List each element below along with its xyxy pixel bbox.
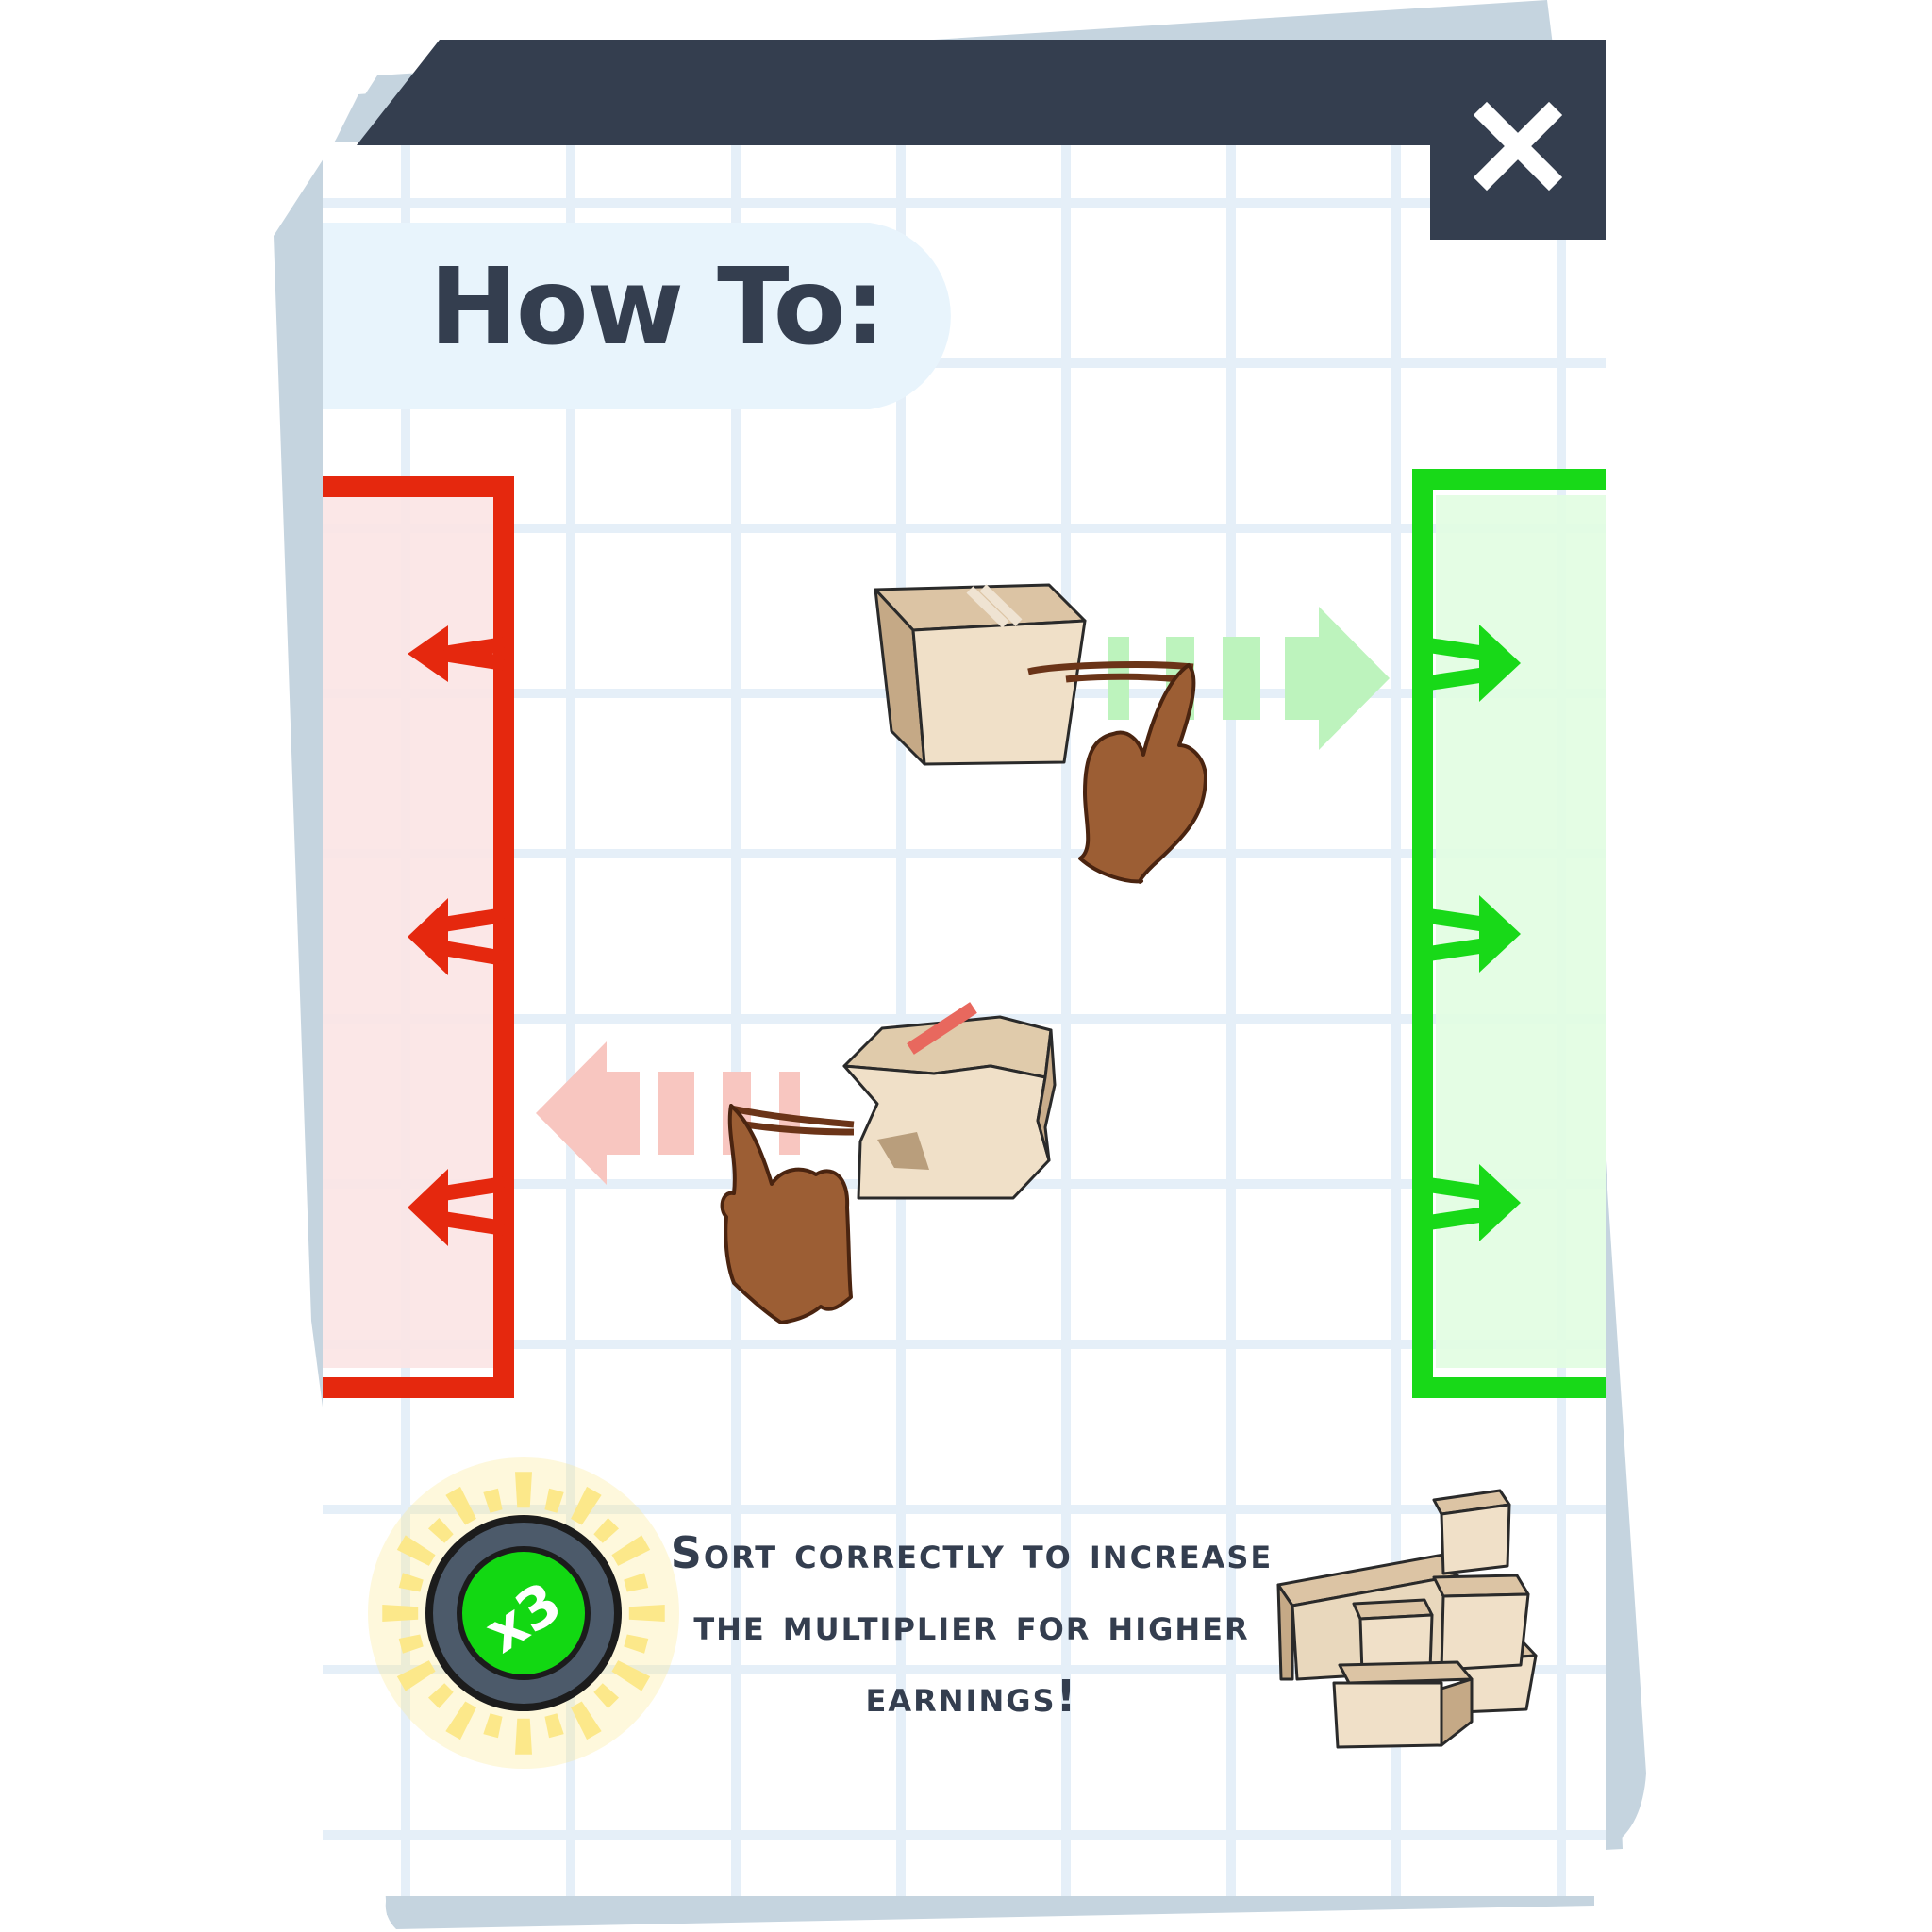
close-button[interactable] xyxy=(1430,40,1606,240)
hint-text: Sort correctly to increase the multiplie… xyxy=(670,1527,1274,1722)
reject-zone xyxy=(323,476,514,1398)
page-title: How To: xyxy=(429,246,886,369)
close-icon xyxy=(1473,101,1563,192)
damaged-box-icon xyxy=(842,1002,1057,1200)
accept-zone xyxy=(1412,469,1606,1398)
good-box-icon xyxy=(874,583,1087,766)
